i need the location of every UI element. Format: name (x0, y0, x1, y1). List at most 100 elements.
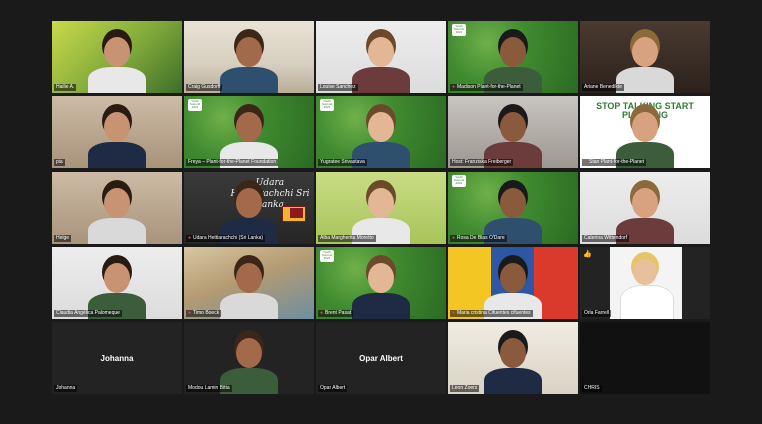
participant-display-name: Opar Albert (359, 353, 403, 363)
participant-tile[interactable]: STOP TALKING START PLANTING●Stan Plant-f… (580, 96, 710, 168)
participant-name-tag: ● Maria cristina Cifuentes cifuentes (450, 310, 533, 317)
microphone-muted-icon: ● (452, 235, 456, 241)
person-head (368, 263, 394, 293)
participant-tile[interactable]: Youth Summit 2021 ● Madison Plant-for-the-… (448, 21, 578, 93)
participant-name: Yugratee Srivastava (320, 159, 365, 165)
participant-name-tag: ● Madison Plant-for-the-Planet (450, 84, 523, 91)
person-body (88, 67, 146, 93)
person-head (500, 338, 526, 368)
person-head (500, 112, 526, 142)
person-body (220, 293, 278, 319)
person-head (632, 37, 658, 67)
participant-name: Host: Franziska Freiberger (452, 159, 512, 165)
participant-tile[interactable]: Modou Lamin Bitta (184, 322, 314, 394)
participant-name: Maria cristina Cifuentes cifuentes (457, 310, 531, 316)
participant-name: Orla Farrell (584, 310, 610, 316)
participant-tile[interactable]: Louise Sanchez (316, 21, 446, 93)
microphone-muted-icon: ● (320, 310, 324, 316)
youth-summit-logo-icon: Youth Summit 2021 (452, 24, 466, 36)
participant-name-tag: Modou Lamin Bitta (186, 385, 232, 392)
participant-name-tag: Craig Gusdorff (186, 84, 223, 91)
participant-tile[interactable]: Johanna Johanna (52, 322, 182, 394)
participant-tile[interactable]: Helge (52, 172, 182, 244)
participant-name-tag: Leon Zoers (450, 385, 480, 392)
participant-name-tag: Helge (54, 235, 72, 242)
participant-tile[interactable]: Udara Hettiarachchi Sri Lanka ● Udara Hett… (184, 172, 314, 244)
participant-tile[interactable]: CHRIS (580, 322, 710, 394)
participant-name: Madison Plant-for-the-Planet (457, 84, 521, 90)
participant-name: Leon Zoers (452, 385, 478, 391)
participant-tile[interactable]: Leon Zoers (448, 322, 578, 394)
participant-name: Freya – Plant-for-the-Planet Foundation (188, 159, 277, 165)
participant-tile[interactable]: Caterina Wittendorf (580, 172, 710, 244)
person-head (500, 263, 526, 293)
participant-name-tag: Ariane Benedikte (582, 84, 625, 91)
participant-tile[interactable]: ● Timo Boeck (184, 247, 314, 319)
participant-display-name: Johanna (100, 353, 134, 363)
person-body (352, 293, 410, 319)
participant-tile[interactable]: Craig Gusdorff (184, 21, 314, 93)
participant-tile[interactable]: Youth Summit 2021 Freya – Plant-for-the-P… (184, 96, 314, 168)
person-head (236, 188, 262, 218)
person-body (620, 285, 674, 319)
participant-tile[interactable]: Hailie A. (52, 21, 182, 93)
participant-name-tag: Johanna (54, 385, 78, 392)
participant-tile[interactable]: Opar Albert Opar Albert (316, 322, 446, 394)
thumbs-up-icon: 👍 (583, 251, 592, 258)
youth-summit-logo-icon: Youth Summit 2021 (320, 250, 334, 262)
video-feed (580, 322, 710, 394)
participant-name-tag: Louise Sanchez (318, 84, 358, 91)
youth-summit-logo-icon: Youth Summit 2021 (188, 99, 202, 111)
participant-name-tag: Freya – Plant-for-the-Planet Foundation (186, 159, 279, 166)
participant-name: Opar Albert (320, 385, 346, 391)
participant-name-tag: ● Stan Plant-for-the-Planet (582, 159, 647, 166)
participant-name: Ariane Benedikte (584, 84, 623, 90)
person-head (236, 112, 262, 142)
participant-name-tag: ● Brent Pasat (318, 310, 354, 317)
person-head (632, 188, 658, 218)
person-body (484, 368, 542, 394)
participant-name: Johanna (56, 385, 76, 391)
participant-name: Hailie A. (56, 84, 75, 90)
person-head (236, 338, 262, 368)
participant-name: Claudia Angélica Palomeque (56, 310, 120, 316)
participant-name: Timo Boeck (193, 310, 220, 316)
youth-summit-logo-icon: Youth Summit 2021 (452, 175, 466, 187)
sri-lanka-flag-icon (282, 206, 306, 222)
participant-tile[interactable]: ● Maria cristina Cifuentes cifuentes (448, 247, 578, 319)
participant-name-tag: Opar Albert (318, 385, 348, 392)
participant-photo (610, 247, 682, 319)
participant-tile[interactable]: pia (52, 96, 182, 168)
participant-name: Udara Hettiarachchi (Sri Lanka) (193, 235, 264, 241)
participant-tile[interactable]: 👍 Orla Farrell (580, 247, 710, 319)
person-head (500, 188, 526, 218)
participant-name-tag: Orla Farrell (582, 310, 612, 317)
participant-name-tag: Yugratee Srivastava (318, 159, 367, 166)
participant-name-tag: Caterina Wittendorf (582, 235, 630, 242)
participant-name: Alba Margherita Moretto (320, 235, 374, 241)
person-head (236, 37, 262, 67)
microphone-muted-icon: ● (584, 159, 588, 165)
participant-tile[interactable]: Host: Franziska Freiberger (448, 96, 578, 168)
person-head (236, 263, 262, 293)
participant-name-tag: pia (54, 159, 65, 166)
person-head (368, 112, 394, 142)
person-head (632, 112, 658, 142)
participant-name: Helge (56, 235, 70, 241)
person-head (104, 112, 130, 142)
participant-name-tag: CHRIS (582, 385, 602, 392)
participant-name: pia (56, 159, 63, 165)
participant-tile[interactable]: Alba Margherita Moretto (316, 172, 446, 244)
participant-tile[interactable]: Youth Summit 2021 ● Brent Pasat (316, 247, 446, 319)
person-head (368, 37, 394, 67)
microphone-muted-icon: ● (452, 310, 456, 316)
participant-tile[interactable]: Ariane Benedikte (580, 21, 710, 93)
microphone-muted-icon: ● (452, 84, 456, 90)
participant-tile[interactable]: Youth Summit 2021 Yugratee Srivastava (316, 96, 446, 168)
video-gallery: Hailie A. Craig Gusdorff Louise Sanchez You… (0, 0, 762, 424)
participant-name-tag: Host: Franziska Freiberger (450, 159, 514, 166)
microphone-muted-icon: ● (188, 310, 192, 316)
participant-tile[interactable]: Youth Summit 2021 ● Rosa De Blas O'Dare (448, 172, 578, 244)
participant-tile[interactable]: Claudia Angélica Palomeque (52, 247, 182, 319)
participant-name: Rosa De Blas O'Dare (457, 235, 505, 241)
